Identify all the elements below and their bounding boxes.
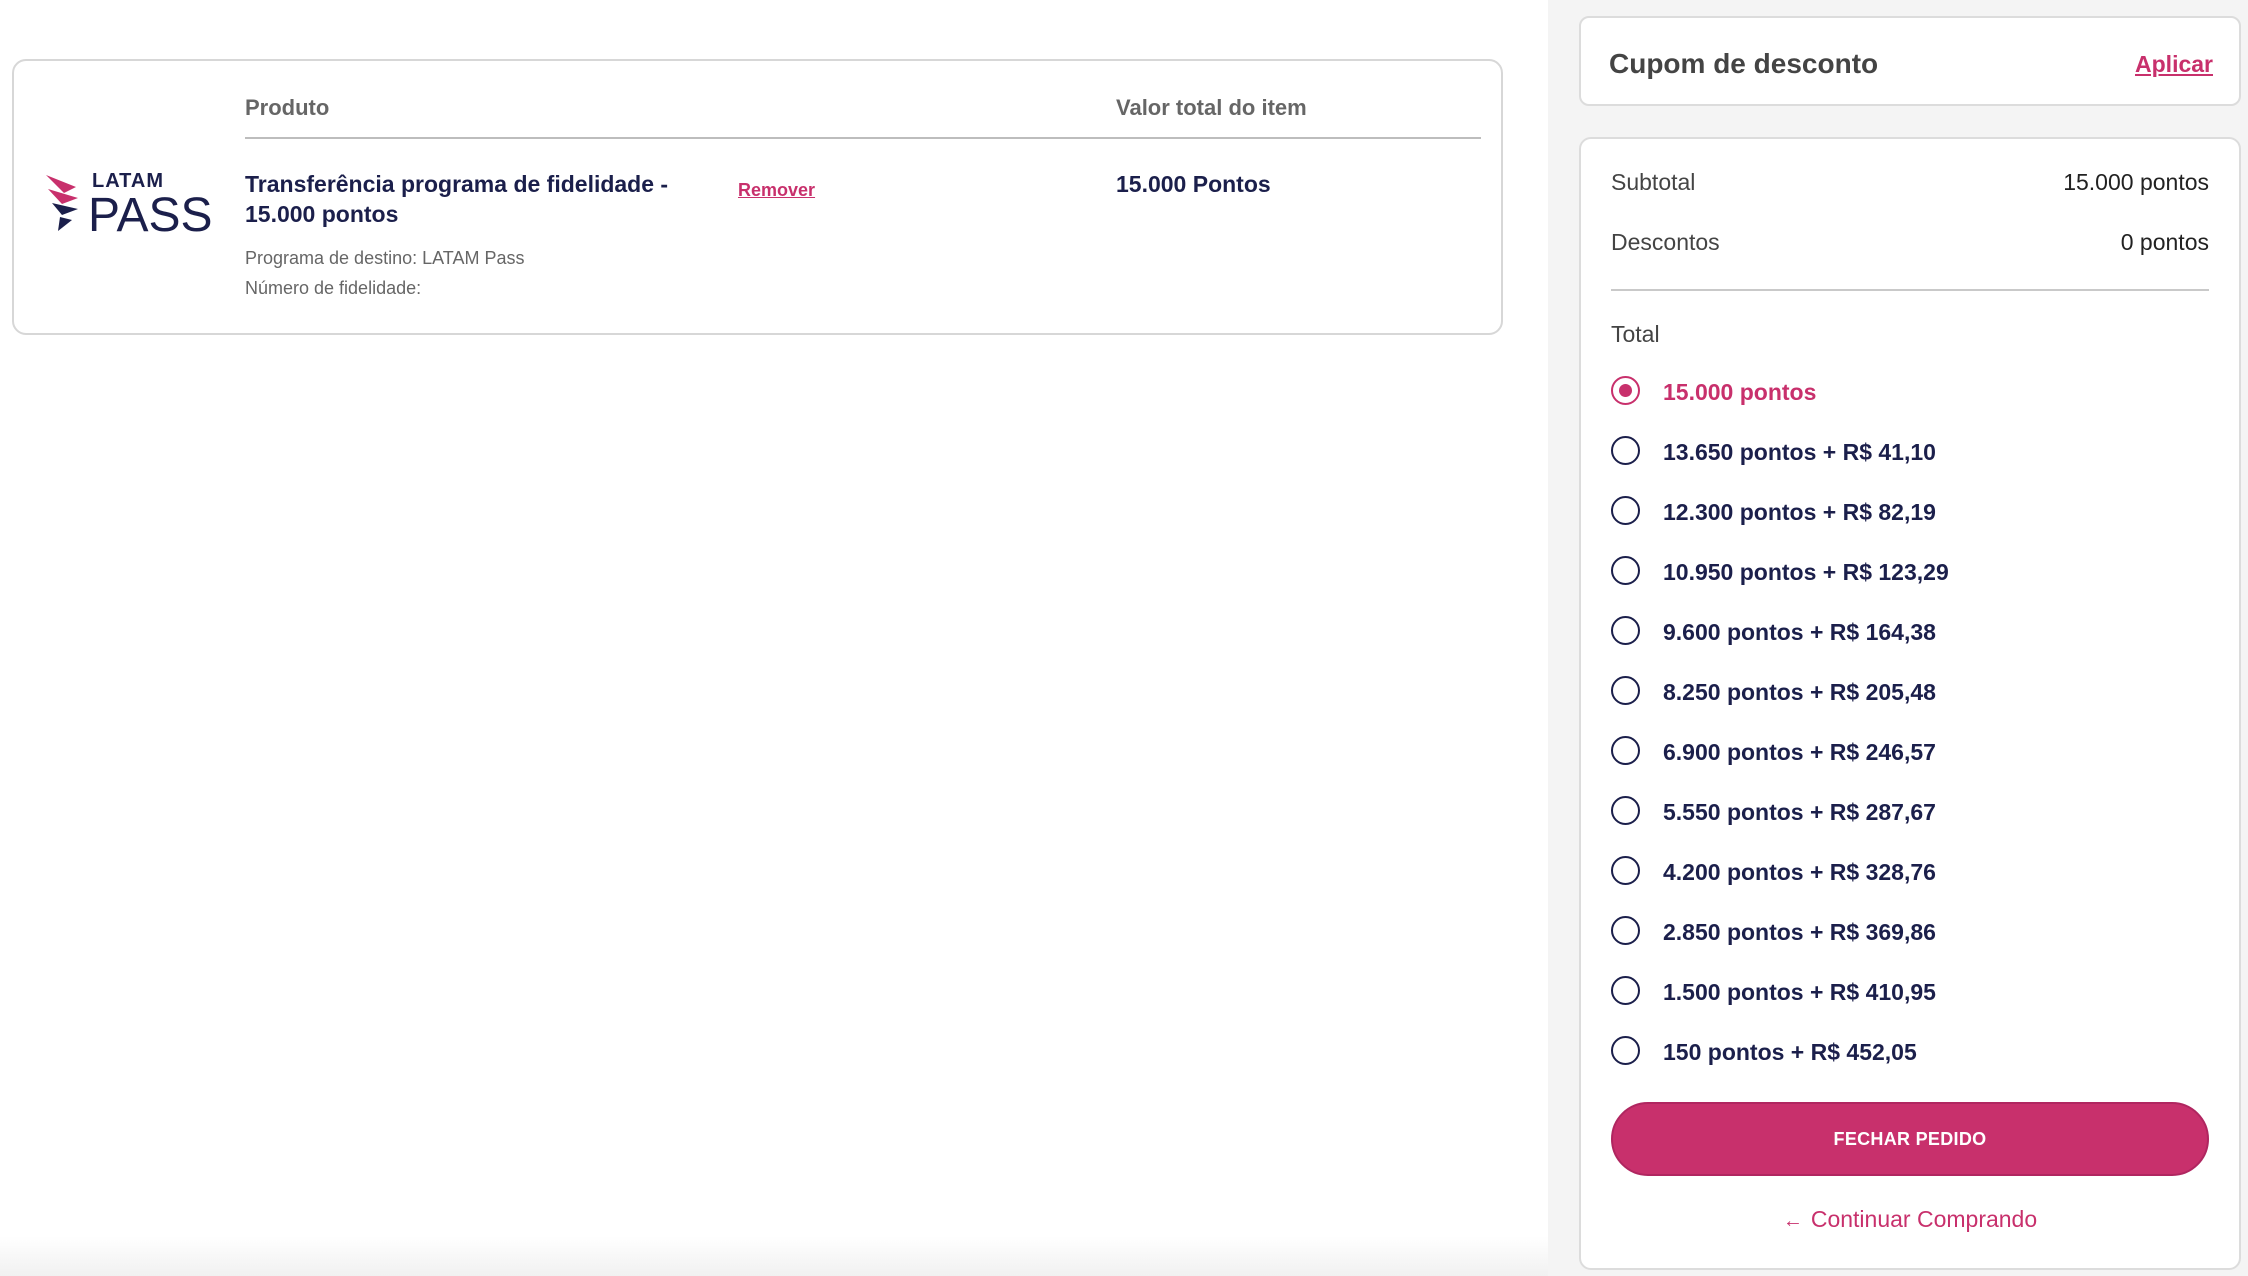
radio-button[interactable] <box>1611 676 1640 705</box>
payment-option-label: 2.850 pontos + R$ 369,86 <box>1663 919 1936 945</box>
continue-shopping-link[interactable]: ← Continuar Comprando <box>1581 1206 2239 1233</box>
payment-option-label: 8.250 pontos + R$ 205,48 <box>1663 679 1936 705</box>
payment-option[interactable]: 4.200 pontos + R$ 328,76 <box>1611 856 2211 916</box>
radio-button[interactable] <box>1611 1036 1640 1065</box>
payment-option[interactable]: 1.500 pontos + R$ 410,95 <box>1611 976 2211 1036</box>
radio-button[interactable] <box>1611 916 1640 945</box>
continue-shopping-label: Continuar Comprando <box>1810 1206 2038 1232</box>
summary-divider <box>1611 289 2209 291</box>
discount-value: 0 pontos <box>2120 229 2209 255</box>
latam-wing-icon <box>46 175 78 231</box>
radio-button[interactable] <box>1611 496 1640 525</box>
payment-option[interactable]: 5.550 pontos + R$ 287,67 <box>1611 796 2211 856</box>
loyalty-number: Número de fidelidade: <box>245 278 422 298</box>
cart-area: Produto Valor total do item LATAM PASS T… <box>0 0 1548 1276</box>
checkout-button[interactable]: FECHAR PEDIDO <box>1611 1102 2209 1176</box>
total-label: Total <box>1611 321 1660 347</box>
payment-option[interactable]: 10.950 pontos + R$ 123,29 <box>1611 556 2211 616</box>
payment-option-label: 150 pontos + R$ 452,05 <box>1663 1039 1917 1065</box>
payment-option[interactable]: 15.000 pontos <box>1611 376 2211 436</box>
payment-option[interactable]: 150 pontos + R$ 452,05 <box>1611 1036 2211 1096</box>
subtotal-value: 15.000 pontos <box>2063 169 2209 195</box>
radio-button[interactable] <box>1611 376 1640 405</box>
order-summary: Subtotal 15.000 pontos Descontos 0 ponto… <box>1579 137 2241 1270</box>
remove-button[interactable]: Remover <box>738 180 815 201</box>
subtotal-label: Subtotal <box>1611 169 1696 195</box>
arrow-left-icon: ← <box>1782 1210 1803 1232</box>
header-product: Produto <box>245 95 330 120</box>
payment-option[interactable]: 8.250 pontos + R$ 205,48 <box>1611 676 2211 736</box>
product-card: Produto Valor total do item LATAM PASS T… <box>12 59 1503 335</box>
header-item-value: Valor total do item <box>1116 95 1307 120</box>
item-price: 15.000 Pontos <box>1116 171 1271 197</box>
payment-option-label: 1.500 pontos + R$ 410,95 <box>1663 979 1936 1005</box>
product-title: Transferência programa de fidelidade - 1… <box>245 171 669 227</box>
payment-option[interactable]: 6.900 pontos + R$ 246,57 <box>1611 736 2211 796</box>
radio-button[interactable] <box>1611 616 1640 645</box>
radio-button[interactable] <box>1611 856 1640 885</box>
payment-option[interactable]: 9.600 pontos + R$ 164,38 <box>1611 616 2211 676</box>
payment-option-label: 6.900 pontos + R$ 246,57 <box>1663 739 1936 765</box>
bottom-fade <box>0 1236 1548 1276</box>
payment-option-label: 15.000 pontos <box>1663 379 1817 405</box>
payment-option-label: 9.600 pontos + R$ 164,38 <box>1663 619 1936 645</box>
destination-program: Programa de destino: LATAM Pass <box>245 248 525 268</box>
payment-option[interactable]: 12.300 pontos + R$ 82,19 <box>1611 496 2211 556</box>
payment-option[interactable]: 2.850 pontos + R$ 369,86 <box>1611 916 2211 976</box>
header-divider <box>245 137 1481 139</box>
payment-option-label: 4.200 pontos + R$ 328,76 <box>1663 859 1936 885</box>
coupon-title: Cupom de desconto <box>1609 48 1879 79</box>
payment-option-label: 5.550 pontos + R$ 287,67 <box>1663 799 1936 825</box>
discount-label: Descontos <box>1611 229 1720 255</box>
radio-button[interactable] <box>1611 436 1640 465</box>
radio-button[interactable] <box>1611 796 1640 825</box>
radio-button[interactable] <box>1611 556 1640 585</box>
payment-options: 15.000 pontos 13.650 pontos + R$ 41,10 1… <box>1611 376 2211 1096</box>
logo-bottom-text: PASS <box>88 189 213 235</box>
apply-coupon-button[interactable]: Aplicar <box>2135 51 2213 78</box>
payment-option-label: 12.300 pontos + R$ 82,19 <box>1663 499 1936 525</box>
latam-pass-logo: LATAM PASS <box>46 170 213 235</box>
radio-button[interactable] <box>1611 976 1640 1005</box>
payment-option[interactable]: 13.650 pontos + R$ 41,10 <box>1611 436 2211 496</box>
payment-option-label: 13.650 pontos + R$ 41,10 <box>1663 439 1936 465</box>
payment-option-label: 10.950 pontos + R$ 123,29 <box>1663 559 1949 585</box>
coupon-box: Cupom de desconto Aplicar <box>1579 16 2241 106</box>
radio-button[interactable] <box>1611 736 1640 765</box>
